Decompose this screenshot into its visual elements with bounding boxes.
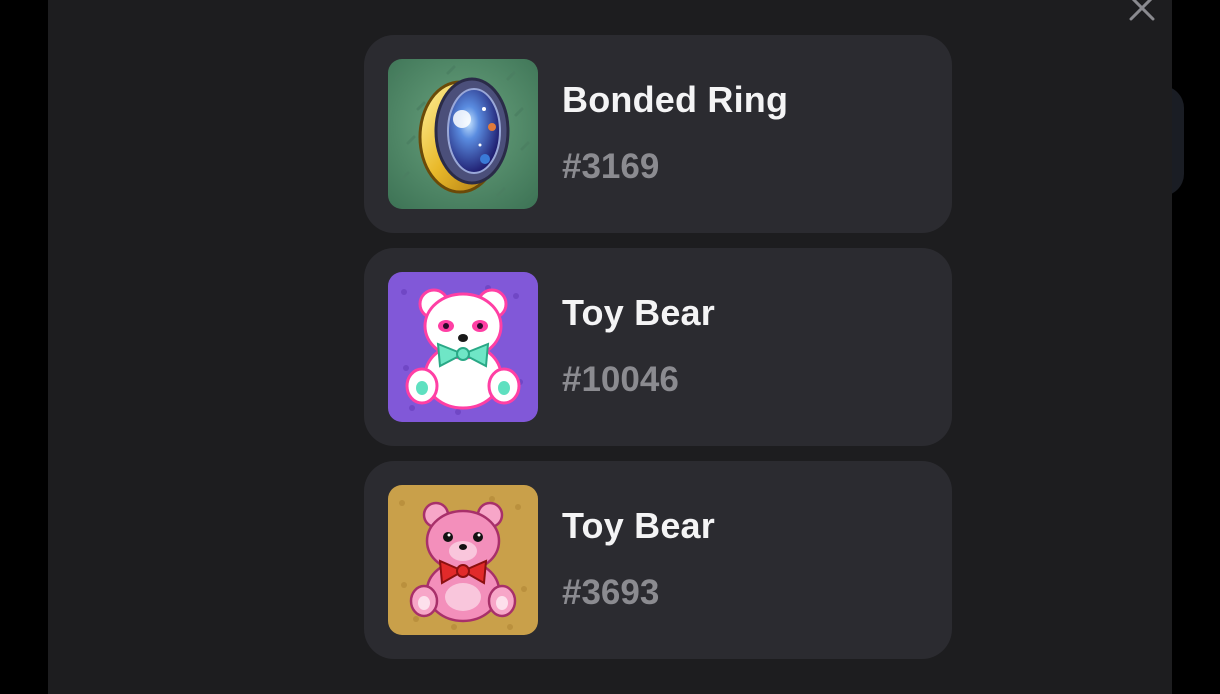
item-name: Toy Bear: [562, 505, 715, 546]
bonded-ring-icon: [388, 59, 538, 209]
list-item[interactable]: Toy Bear #10046: [364, 248, 952, 446]
list-item[interactable]: Toy Bear #3693: [364, 461, 952, 659]
nft-item-list: Bonded Ring #3169 Toy Bear #10046 Toy Be…: [364, 35, 952, 674]
close-button[interactable]: [1126, 0, 1158, 24]
pink-toy-bear-icon: [388, 485, 538, 635]
close-icon: [1129, 0, 1155, 21]
item-thumbnail: [388, 272, 538, 422]
list-item[interactable]: Bonded Ring #3169: [364, 35, 952, 233]
item-name: Bonded Ring: [562, 79, 789, 120]
item-thumbnail: [388, 59, 538, 209]
item-number: #3169: [562, 147, 660, 186]
item-number: #10046: [562, 360, 679, 399]
item-thumbnail: [388, 485, 538, 635]
item-name: Toy Bear: [562, 292, 715, 333]
white-toy-bear-icon: [388, 272, 538, 422]
item-number: #3693: [562, 573, 660, 612]
item-list-modal: Bonded Ring #3169 Toy Bear #10046 Toy Be…: [48, 0, 1172, 694]
